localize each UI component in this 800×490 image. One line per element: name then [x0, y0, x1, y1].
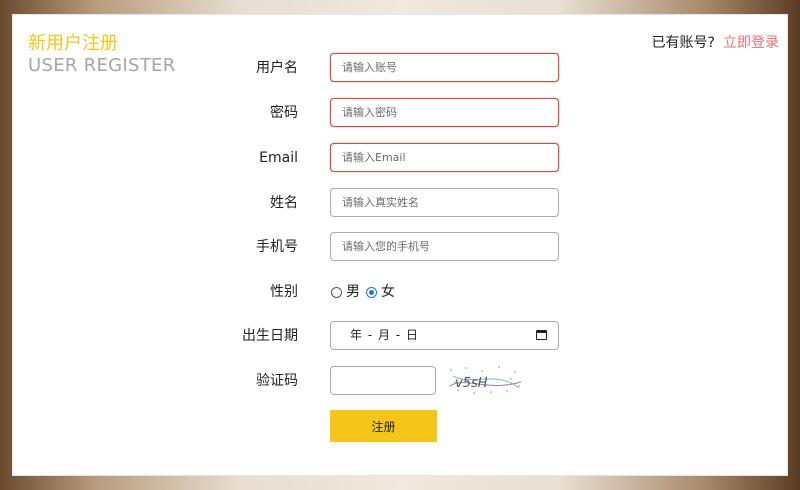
- phone-label: 手机号: [256, 239, 298, 255]
- realname-input[interactable]: [330, 188, 559, 217]
- gender-label: 性别: [270, 284, 298, 300]
- title-cn: 新用户注册: [28, 33, 118, 54]
- captcha-row: 验证码 v5sH: [13, 362, 789, 398]
- birthday-row: 出生日期 年 - 月 - 日: [13, 321, 789, 351]
- gender-radio-group: 男 女: [331, 277, 401, 307]
- realname-label: 姓名: [270, 195, 298, 211]
- password-label: 密码: [270, 105, 298, 121]
- gender-female-radio[interactable]: [366, 286, 377, 298]
- username-input[interactable]: [330, 53, 559, 82]
- gender-female-label: 女: [381, 284, 395, 300]
- login-link[interactable]: 立即登录: [723, 35, 779, 51]
- birthday-date-input[interactable]: 年 - 月 - 日: [330, 321, 559, 350]
- password-row: 密码: [13, 98, 789, 128]
- password-input[interactable]: [330, 98, 559, 127]
- birthday-date-text: 年 - 月 - 日: [350, 328, 419, 342]
- birthday-label: 出生日期: [242, 328, 298, 344]
- email-row: Email: [13, 143, 789, 173]
- captcha-text: v5sH: [455, 376, 488, 391]
- login-prompt-text: 已有账号?: [651, 35, 715, 51]
- captcha-input[interactable]: [330, 366, 436, 395]
- gender-male-radio[interactable]: [331, 286, 342, 298]
- phone-input[interactable]: [330, 232, 559, 261]
- captcha-image[interactable]: v5sH: [447, 362, 523, 398]
- gender-male-label: 男: [346, 284, 360, 300]
- username-label: 用户名: [256, 60, 298, 76]
- phone-row: 手机号: [13, 232, 789, 262]
- gender-row: 性别 男 女: [13, 277, 789, 307]
- login-prompt-area: 已有账号? 立即登录: [652, 32, 779, 52]
- calendar-icon[interactable]: [536, 330, 547, 340]
- captcha-label: 验证码: [256, 373, 298, 389]
- username-row: 用户名: [13, 53, 789, 83]
- email-label: Email: [259, 150, 298, 166]
- email-input[interactable]: [330, 143, 559, 172]
- realname-row: 姓名: [13, 188, 789, 218]
- submit-row: 注册: [13, 410, 789, 442]
- register-button[interactable]: 注册: [330, 410, 437, 442]
- register-panel: 新用户注册 USER REGISTER 已有账号?立即登录 用户名 密码 Ema…: [12, 14, 788, 476]
